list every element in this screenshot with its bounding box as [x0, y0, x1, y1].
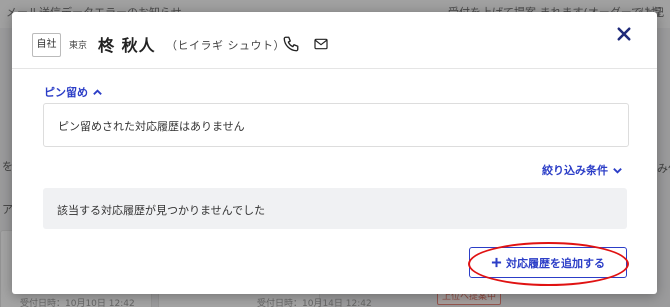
filter-conditions-label: 絞り込み条件: [542, 164, 608, 177]
mail-icon[interactable]: [313, 36, 329, 52]
pinned-empty-text: ピン留めされた対応履歴はありません: [58, 120, 245, 133]
modal-header: 自社 東京 柊 秋人 （ヒイラギ シュウト）: [12, 12, 657, 69]
company-badge: 自社: [32, 33, 61, 57]
close-icon[interactable]: [615, 25, 633, 43]
filter-conditions-toggle[interactable]: 絞り込み条件: [542, 162, 623, 178]
red-highlight-ellipse: [468, 242, 629, 286]
pinned-history-box: ピン留めされた対応履歴はありません: [43, 103, 629, 147]
chevron-down-icon: [613, 167, 622, 174]
pin-section-toggle[interactable]: ピン留め: [44, 84, 103, 100]
region-label: 東京: [69, 41, 88, 51]
customer-name: 柊 秋人: [98, 36, 156, 55]
customer-kana: （ヒイラギ シュウト）: [166, 39, 285, 52]
pin-section-label: ピン留め: [44, 86, 88, 99]
history-empty-text: 該当する対応履歴が見つかりませんでした: [57, 204, 266, 217]
chevron-up-icon: [93, 88, 102, 95]
history-empty-box: 該当する対応履歴が見つかりませんでした: [43, 188, 627, 229]
phone-icon[interactable]: [282, 35, 300, 53]
